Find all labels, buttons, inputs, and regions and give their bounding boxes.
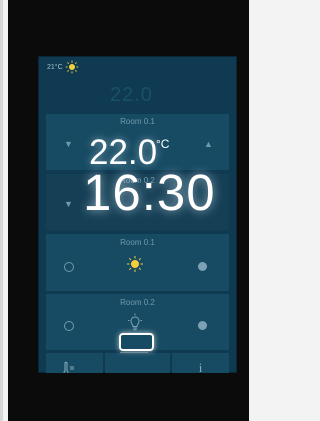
info-button[interactable]: i — [172, 353, 229, 373]
ghost-temperature: 22.0 — [110, 84, 153, 106]
radio-filled-icon[interactable] — [198, 321, 207, 330]
thermometer-button[interactable] — [46, 353, 103, 373]
home-key-icon[interactable] — [119, 333, 154, 351]
overlay-temperature-unit: °C — [156, 137, 170, 151]
background-strip — [0, 0, 3, 421]
overlay-clock: 16:30 — [83, 164, 216, 221]
radio-empty-icon[interactable] — [64, 321, 74, 331]
row-title: Room 0.1 — [120, 238, 155, 247]
home-key-underline — [120, 352, 148, 353]
thermometer-icon — [63, 361, 74, 373]
status-bar: 21°C 22.0 — [38, 56, 237, 109]
radio-filled-icon[interactable] — [198, 262, 207, 271]
sun-icon — [127, 256, 143, 272]
row-title: Room 0.1 — [120, 117, 155, 126]
outside-temperature: 21°C — [47, 64, 63, 71]
info-icon: i — [198, 360, 203, 373]
room-row-light-1[interactable]: Room 0.1 — [46, 234, 229, 291]
sun-icon — [65, 60, 79, 74]
decrease-button[interactable]: ▼ — [64, 199, 73, 209]
decrease-button[interactable]: ▼ — [64, 139, 73, 149]
lightbulb-icon — [128, 313, 142, 331]
home-button[interactable] — [104, 353, 171, 373]
increase-button[interactable]: ▲ — [204, 139, 213, 149]
row-title: Room 0.2 — [120, 298, 155, 307]
bottom-nav: i — [46, 353, 229, 373]
radio-empty-icon[interactable] — [64, 262, 74, 272]
